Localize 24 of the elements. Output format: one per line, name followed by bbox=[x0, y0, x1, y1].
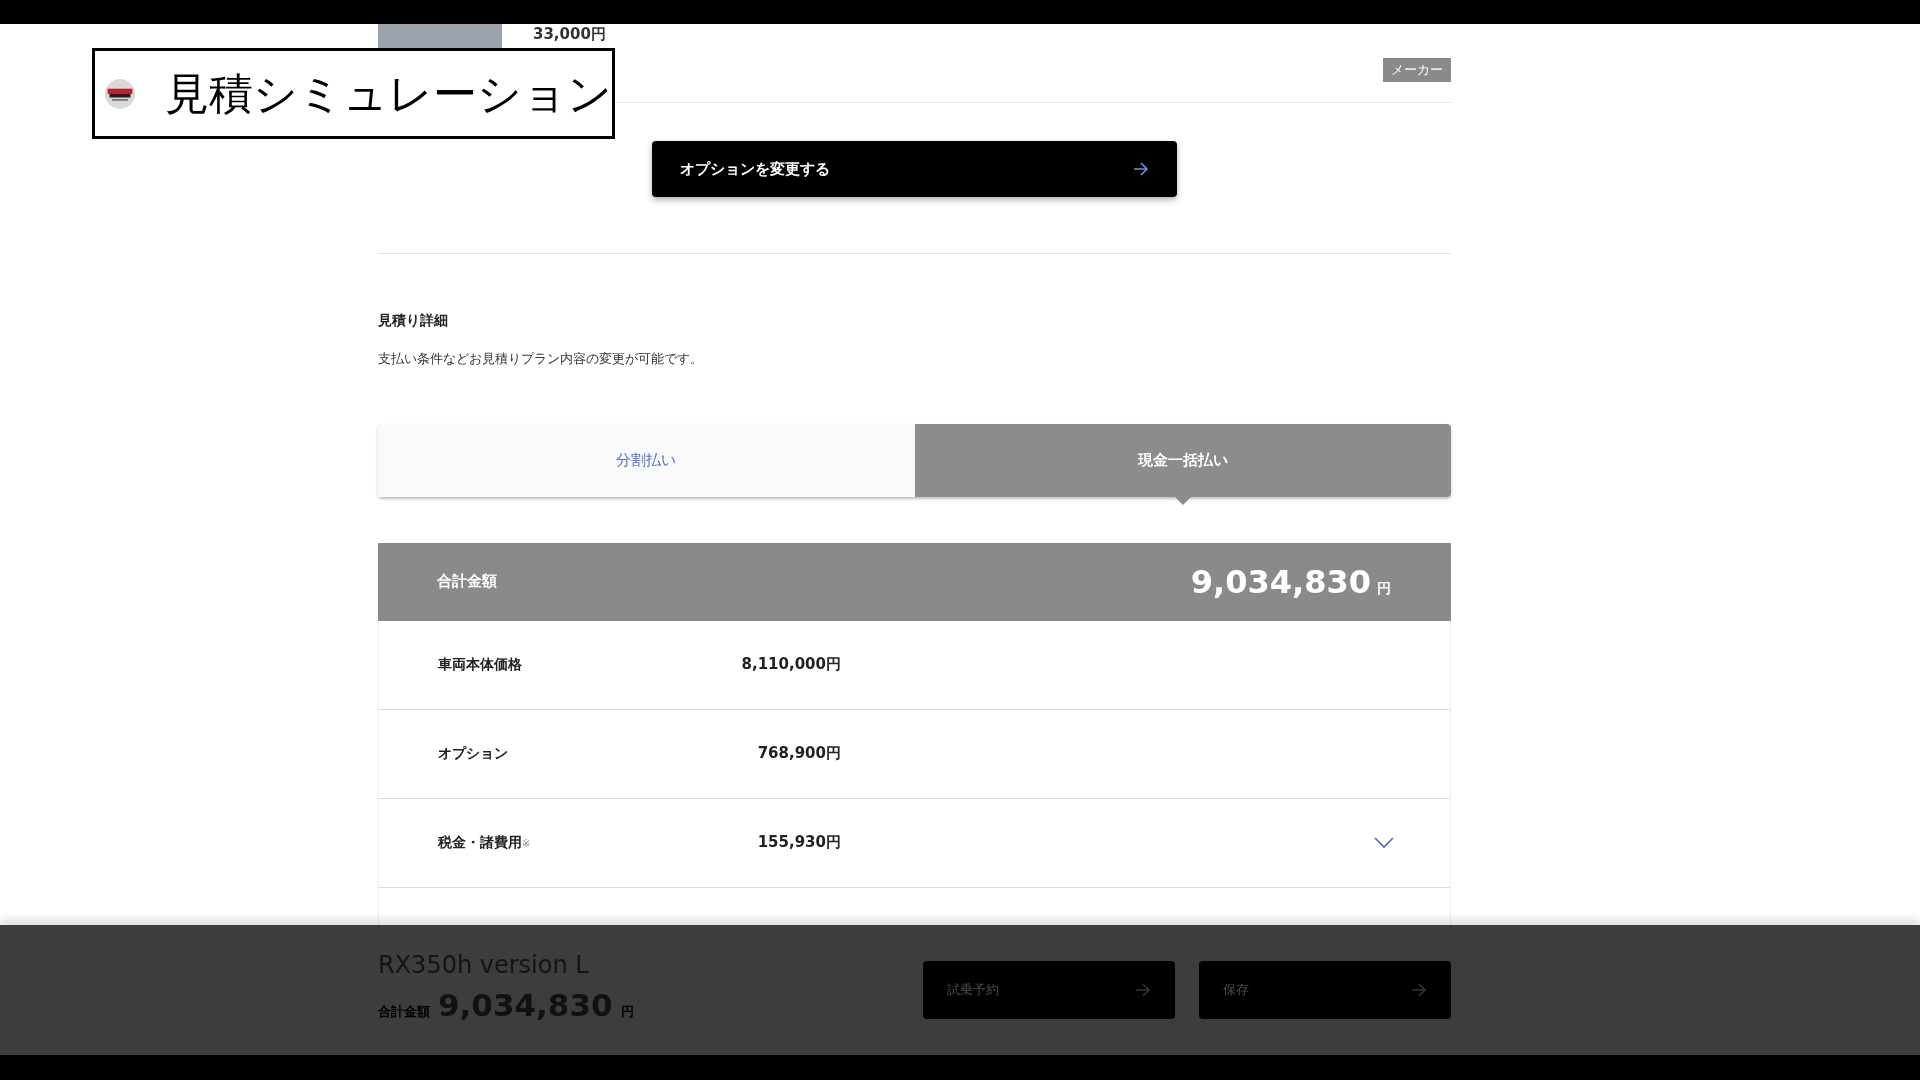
tab-pointer-icon bbox=[1174, 496, 1191, 505]
section-description: 支払い条件などお見積りプラン内容の変更が可能です。 bbox=[378, 350, 704, 368]
overlay-title: 見積シミュレーション bbox=[165, 66, 612, 121]
chevron-down-icon[interactable] bbox=[1374, 836, 1394, 849]
row-label: オプション bbox=[438, 744, 509, 763]
arrow-icon bbox=[1135, 983, 1151, 997]
total-label: 合計金額 bbox=[437, 571, 497, 593]
change-options-button[interactable]: オプションを変更する bbox=[652, 141, 1177, 197]
row-value: 768,900円 bbox=[756, 743, 841, 765]
total-amount: 9,034,830 円 bbox=[1190, 561, 1391, 603]
section-heading: 見積り詳細 bbox=[378, 311, 449, 330]
total-label: 合計金額 bbox=[378, 1002, 430, 1021]
row-label: 税金・諸費用※ bbox=[438, 833, 532, 852]
footer-button[interactable]: 保存 bbox=[1199, 961, 1451, 1019]
footer-button[interactable]: 試乗予約 bbox=[923, 961, 1175, 1019]
option-price: 33,000円 bbox=[533, 26, 606, 43]
arrow-icon bbox=[1133, 162, 1149, 176]
yen-unit: 円 bbox=[620, 1002, 634, 1021]
payment-tab[interactable]: 分割払い bbox=[378, 423, 915, 497]
row-value: 8,110,000円 bbox=[740, 654, 841, 676]
row-label: 車両本体価格 bbox=[438, 655, 523, 674]
maker-tag: メーカー bbox=[1383, 58, 1451, 82]
row-value: 155,930円 bbox=[756, 832, 841, 854]
arrow-icon bbox=[1411, 983, 1427, 997]
